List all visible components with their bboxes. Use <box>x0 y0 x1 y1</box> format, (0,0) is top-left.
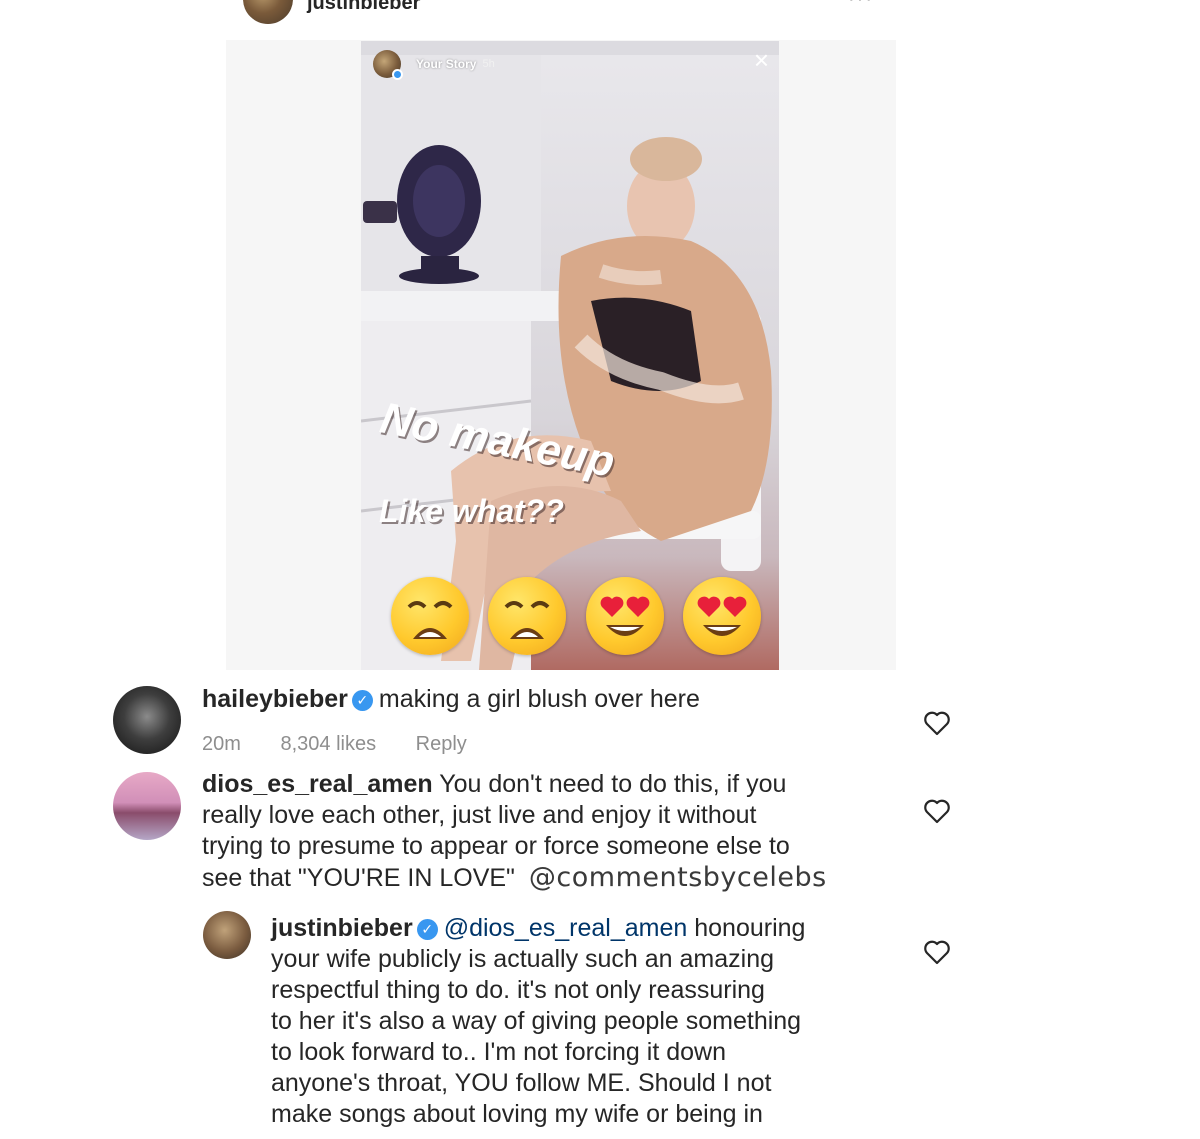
story-age: 5h <box>482 58 495 70</box>
add-story-badge-icon <box>392 69 403 80</box>
story-screenshot: Your Story 5h × No makeup Like what?? <box>361 41 779 670</box>
comment-meta: 20m 8,304 likes Reply <box>202 733 501 756</box>
avatar[interactable] <box>203 911 251 959</box>
comment-time: 20m <box>202 733 241 755</box>
verified-badge-icon: ✓ <box>416 919 438 940</box>
comment-text-line: You don't need to do this, if you <box>439 770 787 798</box>
heart-eyes-face-icon <box>585 577 664 655</box>
post-author-username[interactable]: justinbieber <box>307 0 420 15</box>
comment-text-line: really love each other, just live and en… <box>202 801 757 829</box>
comment-username[interactable]: haileybieber <box>202 685 348 713</box>
story-avatar <box>373 50 403 80</box>
weary-face-icon <box>488 577 567 655</box>
comment-likes[interactable]: 8,304 likes <box>280 733 376 755</box>
like-heart-icon[interactable] <box>922 937 952 967</box>
comment-body: justinbieber ✓ @dios_es_real_amen honourin… <box>271 913 911 1130</box>
comment-text-line: honouring <box>694 914 806 942</box>
verified-badge-icon: ✓ <box>351 690 373 711</box>
story-caption-line2: Like what?? <box>379 493 564 529</box>
story-label: Your Story <box>416 57 477 71</box>
reply-button[interactable]: Reply <box>416 733 467 755</box>
weary-face-icon <box>391 577 469 655</box>
watermark-text: @commentsbycelebs <box>528 862 827 893</box>
comment-text-line: anyone's throat, YOU follow ME. Should I… <box>271 1069 772 1097</box>
emoji-sticker-row <box>391 577 761 655</box>
more-options-icon[interactable]: ··· <box>848 0 874 11</box>
story-photo <box>361 41 779 670</box>
comment-text-line: see that "YOU'RE IN LOVE" <box>202 864 515 892</box>
heart-eyes-face-icon <box>682 577 761 655</box>
comment-text-line: respectful thing to do. it's not only re… <box>271 976 765 1004</box>
comment-username[interactable]: justinbieber <box>271 914 413 942</box>
comment-body: dios_es_real_amen You don't need to do t… <box>202 769 922 894</box>
like-heart-icon[interactable] <box>922 796 952 826</box>
story-header: Your Story 5h <box>373 49 495 80</box>
comment-username[interactable]: dios_es_real_amen <box>202 770 433 798</box>
post-author-avatar[interactable] <box>243 0 293 24</box>
comment-mention[interactable]: @dios_es_real_amen <box>444 914 688 942</box>
comment-text: making a girl blush over here <box>378 685 700 713</box>
comment-text-line: to her it's also a way of giving people … <box>271 1007 802 1035</box>
comment-text-line: trying to presume to appear or force som… <box>202 832 790 860</box>
comment-text-line: make songs about loving my wife or being… <box>271 1100 763 1128</box>
avatar[interactable] <box>113 686 181 754</box>
avatar[interactable] <box>113 772 181 840</box>
like-heart-icon[interactable] <box>922 708 952 738</box>
comment-body: haileybieber ✓ making a girl blush over he… <box>202 684 902 715</box>
post-header: justinbieber ··· <box>0 0 1200 30</box>
close-icon[interactable]: × <box>754 47 769 73</box>
comment-text-line: to look forward to.. I'm not forcing it … <box>271 1038 726 1066</box>
comment-text-line: your wife publicly is actually such an a… <box>271 945 775 973</box>
